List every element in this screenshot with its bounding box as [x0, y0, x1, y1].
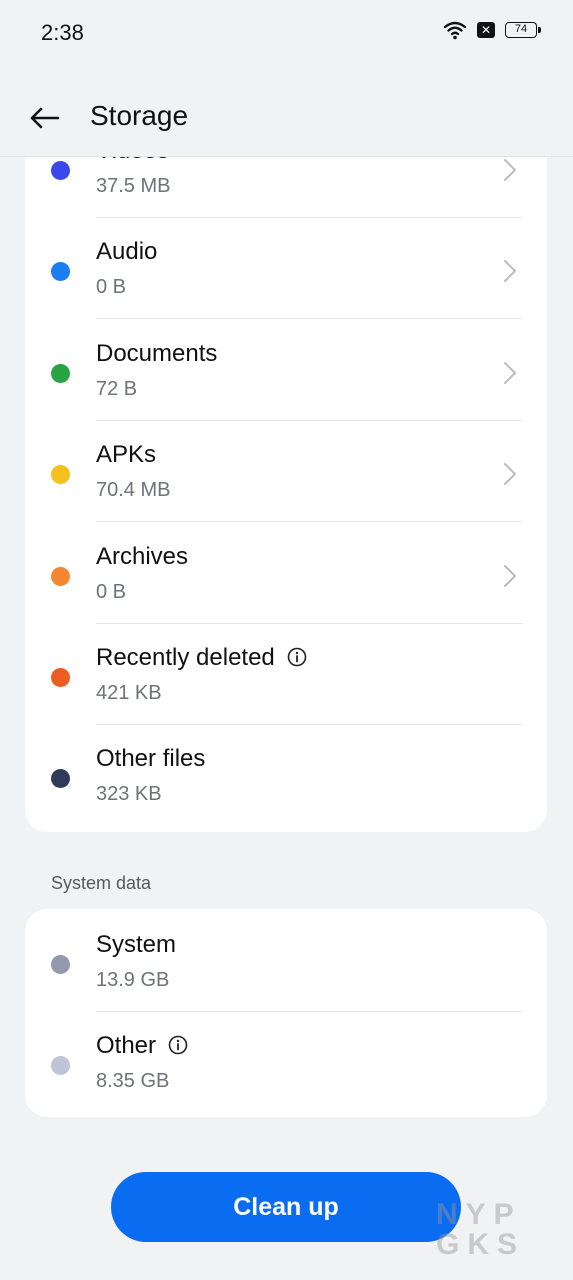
status-icons: ✕ 74 — [443, 20, 541, 40]
category-color-dot — [51, 668, 70, 687]
status-bar: 2:38 ✕ 74 — [0, 0, 573, 66]
clean-up-button[interactable]: Clean up — [111, 1172, 461, 1242]
storage-row-system[interactable]: System 13.9 GB — [25, 911, 547, 1012]
category-size: 72 B — [96, 377, 138, 400]
storage-row-archives[interactable]: Archives 0 B — [25, 523, 547, 624]
section-title-system-data: System data — [51, 873, 152, 893]
category-size: 0 B — [96, 276, 127, 299]
category-label-text: Archives — [96, 542, 189, 570]
info-icon[interactable] — [168, 1035, 188, 1055]
watermark-line2: GKS — [436, 1228, 526, 1261]
storage-row-recently-deleted[interactable]: Recently deleted 421 KB — [25, 624, 547, 725]
category-color-dot — [51, 1056, 70, 1076]
chevron-right-icon — [504, 159, 516, 181]
category-size: 323 KB — [96, 783, 162, 806]
status-time: 2:38 — [41, 20, 84, 45]
category-label-text: Other — [96, 1032, 157, 1060]
category-label: Recently deleted — [96, 644, 307, 672]
chevron-right-icon — [504, 463, 516, 486]
category-label: Other files — [96, 745, 205, 773]
category-color-dot — [51, 465, 70, 485]
category-label: System — [96, 931, 176, 959]
no-sim-icon: ✕ — [477, 22, 495, 38]
category-color-dot — [51, 363, 70, 383]
category-color-dot — [51, 566, 70, 586]
storage-row-documents[interactable]: Documents 72 B — [25, 320, 547, 421]
category-size: 421 KB — [96, 682, 162, 704]
app-bar: Storage — [0, 80, 573, 157]
system-data-card: System 13.9 GB Other 8.35 GB — [25, 909, 547, 1117]
info-icon[interactable] — [287, 647, 307, 667]
back-button[interactable] — [24, 98, 64, 138]
category-size: 0 B — [96, 580, 127, 603]
category-label: APKs — [96, 441, 156, 469]
category-color-dot — [51, 161, 70, 180]
category-label: Other — [96, 1032, 188, 1060]
category-label-text: Documents — [96, 339, 218, 367]
battery-icon: 74 — [505, 22, 541, 38]
category-label: Archives — [96, 543, 188, 571]
category-label-text: Other files — [96, 745, 206, 773]
storage-row-other-files[interactable]: Other files 323 KB — [25, 725, 547, 826]
watermark-logo: NYP GKS — [436, 1200, 556, 1262]
category-size: 13.9 GB — [96, 969, 170, 991]
category-size: 8.35 GB — [96, 1070, 170, 1093]
chevron-right-icon — [504, 361, 516, 384]
wifi-icon — [443, 20, 467, 40]
category-color-dot — [51, 262, 70, 282]
arrow-left-icon — [30, 107, 60, 129]
files-card: Videos37.5 MBAudio0 BDocuments72 BAPKs70… — [25, 110, 547, 832]
category-label-text: System — [96, 931, 177, 958]
category-color-dot — [51, 955, 70, 974]
category-label: Documents — [96, 340, 217, 368]
storage-row-other[interactable]: Other 8.35 GB — [25, 1012, 547, 1113]
category-size: 37.5 MB — [96, 175, 171, 197]
category-color-dot — [51, 769, 70, 789]
category-label: Audio — [96, 238, 157, 266]
category-label-text: Audio — [96, 238, 158, 266]
storage-row-audio[interactable]: Audio 0 B — [25, 218, 547, 320]
chevron-right-icon — [504, 564, 516, 587]
page-title: Storage — [90, 100, 189, 131]
chevron-right-icon — [504, 260, 516, 283]
storage-row-apks[interactable]: APKs 70.4 MB — [25, 421, 547, 523]
watermark-line1: NYP — [436, 1198, 522, 1231]
category-size: 70.4 MB — [96, 479, 171, 502]
category-label-text: APKs — [96, 441, 157, 469]
category-label-text: Recently deleted — [96, 644, 275, 671]
